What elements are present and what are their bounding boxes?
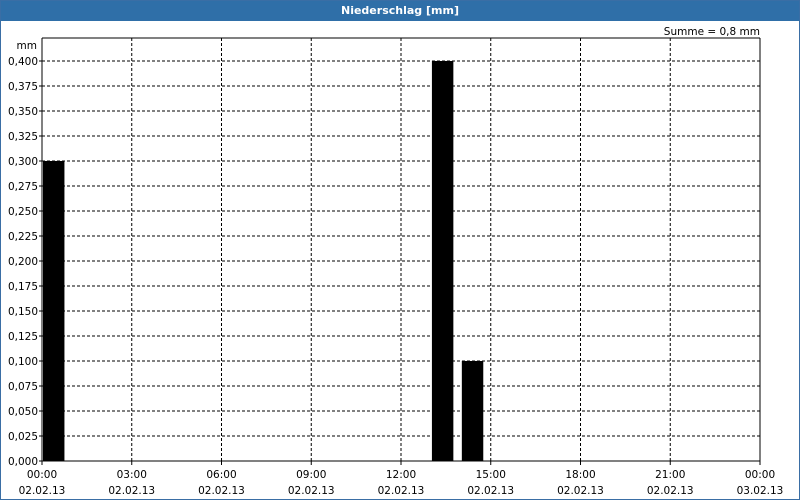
precipitation-bar (461, 361, 484, 461)
y-axis-unit-label: mm (17, 40, 37, 52)
y-tick-label: 0,175 (8, 281, 38, 293)
x-tick-date-label: 02.02.13 (108, 485, 155, 497)
y-tick-label: 0,050 (8, 406, 38, 418)
y-tick-label: 0,400 (8, 56, 38, 68)
x-tick-time-label: 03:00 (117, 469, 147, 481)
x-tick-date-label: 02.02.13 (19, 485, 66, 497)
x-tick-date-label: 02.02.13 (467, 485, 514, 497)
x-tick-date-label: 02.02.13 (288, 485, 335, 497)
y-tick-label: 0,100 (8, 356, 38, 368)
x-tick-time-label: 15:00 (476, 469, 506, 481)
x-tick-time-label: 00:00 (27, 469, 57, 481)
x-tick-date-label: 02.02.13 (198, 485, 245, 497)
y-tick-label: 0,025 (8, 431, 38, 443)
precipitation-bar (43, 161, 65, 461)
x-tick-time-label: 21:00 (655, 469, 685, 481)
x-tick-time-label: 18:00 (565, 469, 595, 481)
y-tick-label: 0,325 (8, 131, 38, 143)
y-tick-label: 0,125 (8, 331, 38, 343)
y-tick-label: 0,150 (8, 306, 38, 318)
y-tick-label: 0,250 (8, 206, 38, 218)
x-tick-time-label: 09:00 (296, 469, 326, 481)
y-tick-label: 0,200 (8, 256, 38, 268)
x-tick-time-label: 06:00 (206, 469, 236, 481)
y-tick-label: 0,000 (8, 456, 38, 468)
x-tick-time-label: 12:00 (386, 469, 416, 481)
y-tick-label: 0,375 (8, 81, 38, 93)
x-tick-time-label: 00:00 (745, 469, 775, 481)
y-tick-label: 0,350 (8, 106, 38, 118)
x-tick-date-label: 02.02.13 (557, 485, 604, 497)
sum-annotation: Summe = 0,8 mm (664, 26, 760, 38)
x-tick-date-label: 02.02.13 (647, 485, 694, 497)
y-tick-label: 0,275 (8, 181, 38, 193)
y-tick-label: 0,300 (8, 156, 38, 168)
y-tick-label: 0,075 (8, 381, 38, 393)
x-tick-date-label: 02.02.13 (378, 485, 425, 497)
x-tick-date-label: 03.02.13 (737, 485, 784, 497)
y-tick-label: 0,225 (8, 231, 38, 243)
precipitation-chart: 0,000 0,025 0,050 0,075 0,100 0,125 0,150 0,175… (8, 26, 784, 497)
precipitation-bar (431, 61, 454, 461)
